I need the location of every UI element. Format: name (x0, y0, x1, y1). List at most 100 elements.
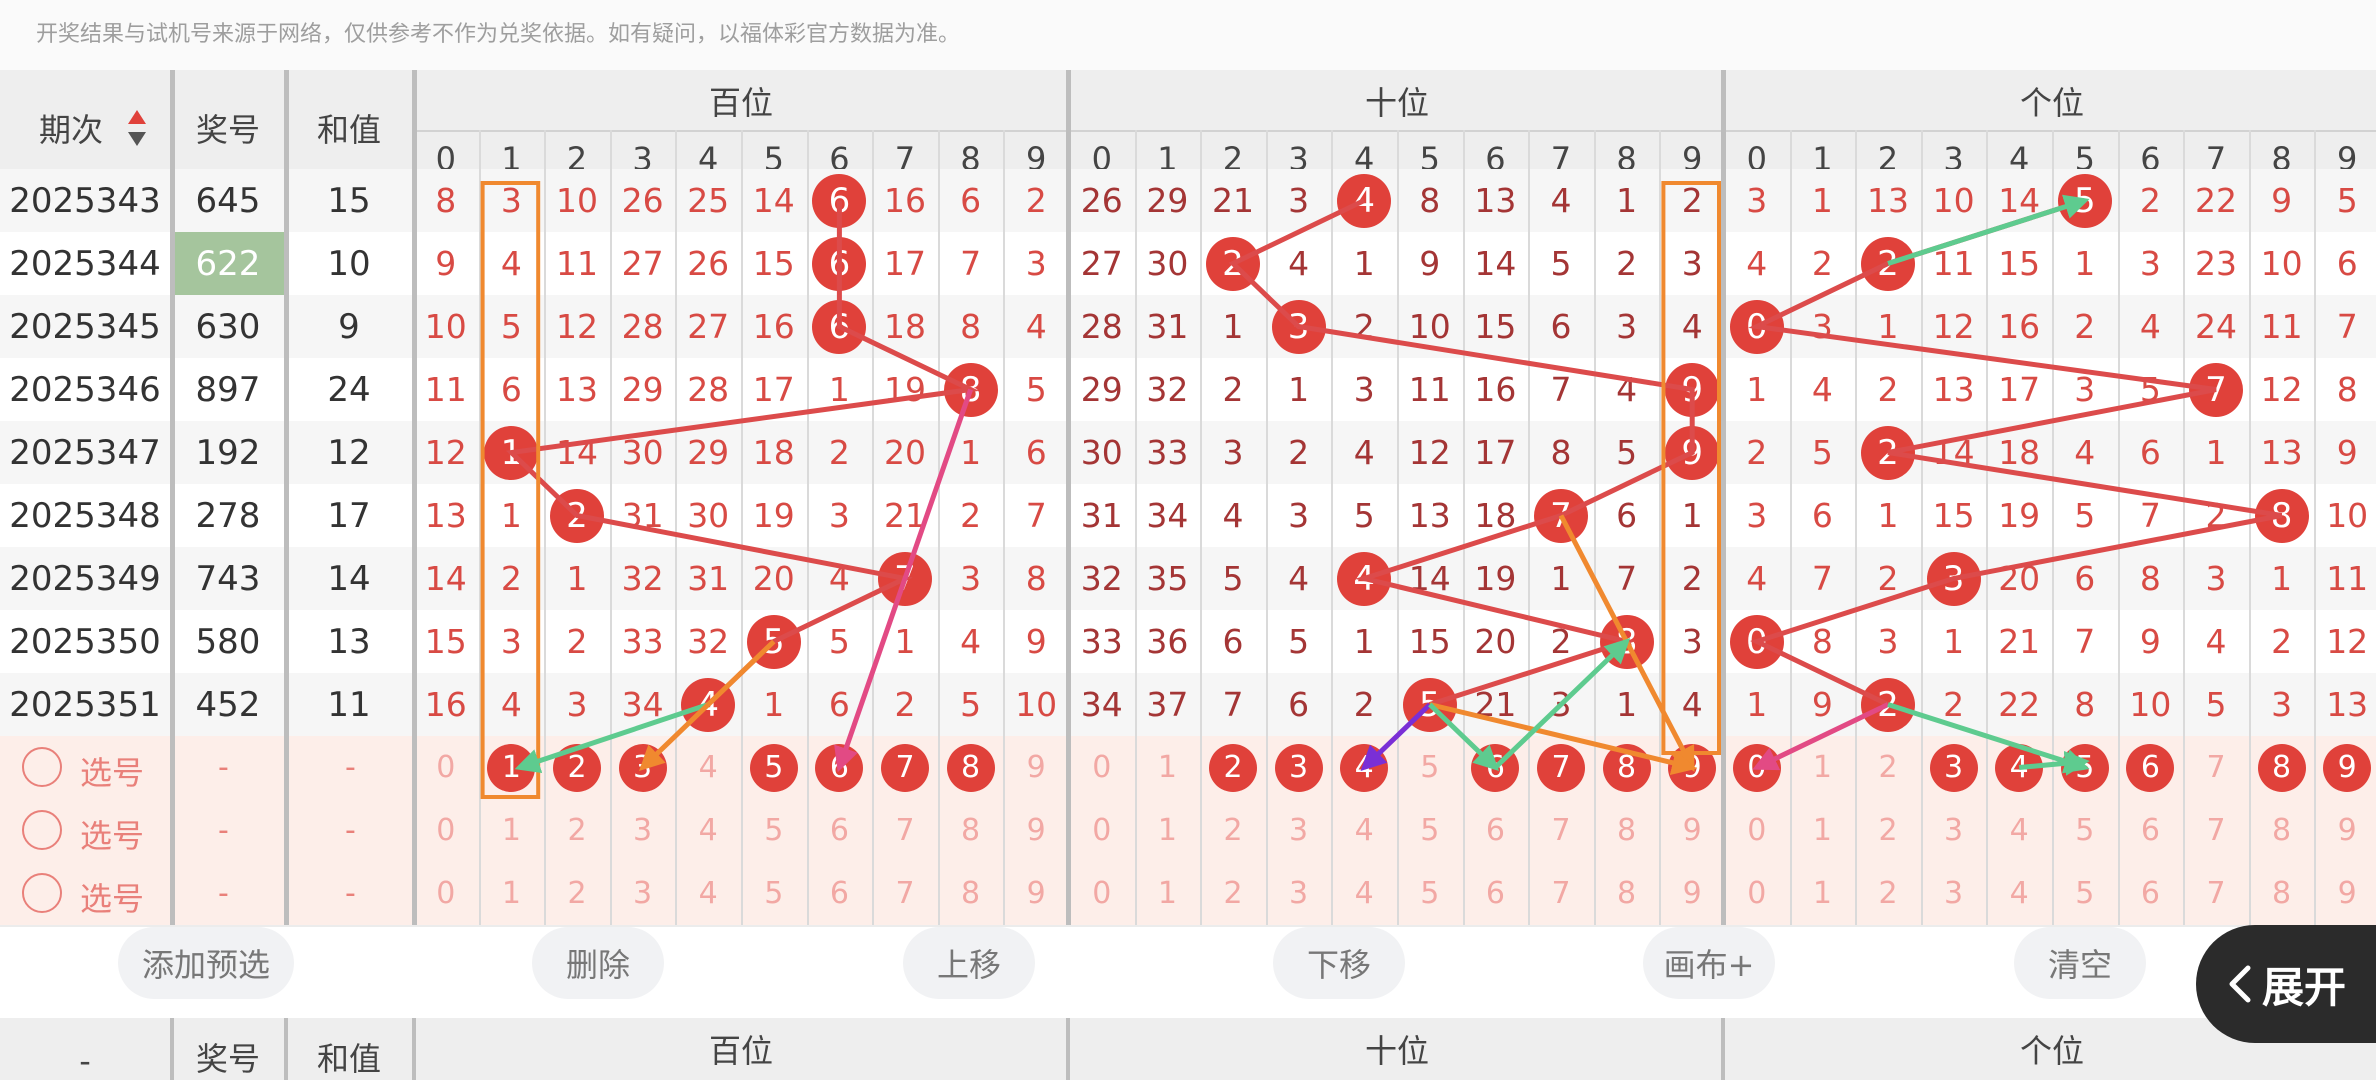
digit-option[interactable]: 2 (544, 862, 610, 925)
selected-ball[interactable]: 9 (1668, 743, 1717, 792)
move-up-button[interactable]: 上移 (903, 927, 1035, 999)
digit-option[interactable]: 0 (1724, 799, 1790, 862)
selected-ball[interactable]: 2 (1209, 743, 1257, 792)
digit-option[interactable]: 2 (1855, 736, 1921, 799)
selected-ball[interactable]: 5 (749, 743, 798, 792)
digit-option[interactable]: 4 (675, 736, 741, 799)
digit-option[interactable]: 8 (938, 799, 1004, 862)
selected-ball[interactable]: 8 (946, 743, 995, 792)
selected-ball[interactable]: 7 (1537, 743, 1585, 792)
canvas-plus-button[interactable]: 画布+ (1643, 927, 1775, 999)
selected-ball[interactable]: 5 (2060, 743, 2109, 792)
digit-option[interactable]: 7 (872, 862, 938, 925)
digit-option[interactable]: 7 (1528, 862, 1594, 925)
expand-button[interactable]: 展开 (2196, 925, 2376, 1043)
digit-option[interactable]: 5 (1397, 736, 1463, 799)
digit-option[interactable]: 9 (1003, 736, 1069, 799)
digit-option[interactable]: 3 (1921, 862, 1987, 925)
digit-option[interactable]: 5 (741, 862, 807, 925)
digit-option[interactable]: 4 (675, 799, 741, 862)
radio-icon[interactable] (22, 873, 62, 913)
digit-option[interactable]: 2 (1855, 799, 1921, 862)
digit-option[interactable]: 4 (1331, 799, 1397, 862)
digit-option[interactable]: 7 (2183, 799, 2249, 862)
digit-option[interactable]: 9 (1659, 862, 1725, 925)
digit-option[interactable]: 0 (1069, 736, 1135, 799)
digit-option[interactable]: 0 (1724, 862, 1790, 925)
digit-option[interactable]: 1 (1790, 736, 1856, 799)
selected-ball[interactable]: 6 (815, 743, 864, 792)
digit-option[interactable]: 3 (610, 799, 676, 862)
digit-option[interactable]: 7 (2183, 736, 2249, 799)
digit-option[interactable]: 1 (1790, 862, 1856, 925)
selected-ball[interactable]: 3 (1929, 743, 1978, 792)
selected-ball[interactable]: 8 (2257, 743, 2306, 792)
digit-option[interactable]: 8 (2249, 799, 2315, 862)
radio-icon[interactable] (22, 810, 62, 850)
digit-option[interactable]: 0 (1069, 862, 1135, 925)
digit-option[interactable]: 0 (1069, 799, 1135, 862)
radio-icon[interactable] (22, 747, 62, 787)
digit-option[interactable]: 1 (1135, 862, 1201, 925)
digit-option[interactable]: 5 (2052, 862, 2118, 925)
digit-option[interactable]: 5 (741, 799, 807, 862)
digit-option[interactable]: 8 (938, 862, 1004, 925)
digit-option[interactable]: 7 (2183, 862, 2249, 925)
digit-option[interactable]: 4 (1331, 862, 1397, 925)
selected-ball[interactable]: 8 (1602, 743, 1651, 792)
selected-ball[interactable]: 1 (487, 743, 536, 792)
digit-option[interactable]: 6 (1463, 862, 1529, 925)
selected-ball[interactable]: 4 (1340, 743, 1389, 792)
digit-option[interactable]: 5 (1397, 862, 1463, 925)
digit-option[interactable]: 8 (1594, 862, 1660, 925)
digit-option[interactable]: 0 (413, 862, 479, 925)
digit-option[interactable]: 9 (1659, 799, 1725, 862)
digit-option[interactable]: 2 (1855, 862, 1921, 925)
digit-option[interactable]: 1 (479, 799, 545, 862)
selected-ball[interactable]: 7 (881, 743, 929, 792)
move-down-button[interactable]: 下移 (1273, 927, 1405, 999)
digit-option[interactable]: 4 (1986, 862, 2052, 925)
digit-option[interactable]: 0 (413, 799, 479, 862)
digit-option[interactable]: 2 (544, 799, 610, 862)
digit-option[interactable]: 3 (1921, 799, 1987, 862)
selected-ball[interactable]: 6 (1471, 743, 1520, 792)
selected-ball[interactable]: 9 (2323, 743, 2372, 792)
digit-option[interactable]: 8 (1594, 799, 1660, 862)
digit-option[interactable]: 7 (872, 799, 938, 862)
sort-arrows-icon[interactable] (126, 108, 148, 148)
digit-option[interactable]: 9 (2314, 799, 2376, 862)
digit-option[interactable]: 2 (1200, 799, 1266, 862)
digit-option[interactable]: 7 (1528, 799, 1594, 862)
digit-option[interactable]: 8 (2249, 862, 2315, 925)
digit-option[interactable]: 9 (1003, 799, 1069, 862)
digit-option[interactable]: 3 (610, 862, 676, 925)
selected-ball[interactable]: 2 (553, 743, 601, 792)
digit-option[interactable]: 1 (1135, 736, 1201, 799)
delete-button[interactable]: 删除 (532, 927, 664, 999)
digit-option[interactable]: 1 (1790, 799, 1856, 862)
digit-option[interactable]: 6 (2118, 862, 2184, 925)
digit-option[interactable]: 3 (1266, 862, 1332, 925)
digit-option[interactable]: 3 (1266, 799, 1332, 862)
digit-option[interactable]: 5 (2052, 799, 2118, 862)
digit-option[interactable]: 6 (807, 862, 873, 925)
digit-option[interactable]: 0 (413, 736, 479, 799)
digit-option[interactable]: 6 (2118, 799, 2184, 862)
digit-option[interactable]: 6 (1463, 799, 1529, 862)
clear-button[interactable]: 清空 (2014, 927, 2146, 999)
add-preselect-button[interactable]: 添加预选 (118, 927, 294, 999)
digit-option[interactable]: 5 (1397, 799, 1463, 862)
digit-option[interactable]: 1 (1135, 799, 1201, 862)
selected-ball[interactable]: 3 (1274, 743, 1323, 792)
digit-option[interactable]: 9 (1003, 862, 1069, 925)
selected-ball[interactable]: 6 (2126, 743, 2175, 792)
digit-option[interactable]: 4 (1986, 799, 2052, 862)
selected-ball[interactable]: 3 (618, 743, 667, 792)
digit-option[interactable]: 6 (807, 799, 873, 862)
digit-option[interactable]: 9 (2314, 862, 2376, 925)
digit-option[interactable]: 2 (1200, 862, 1266, 925)
selected-ball[interactable]: 0 (1732, 743, 1781, 792)
selected-ball[interactable]: 4 (1995, 743, 2044, 792)
digit-option[interactable]: 1 (479, 862, 545, 925)
